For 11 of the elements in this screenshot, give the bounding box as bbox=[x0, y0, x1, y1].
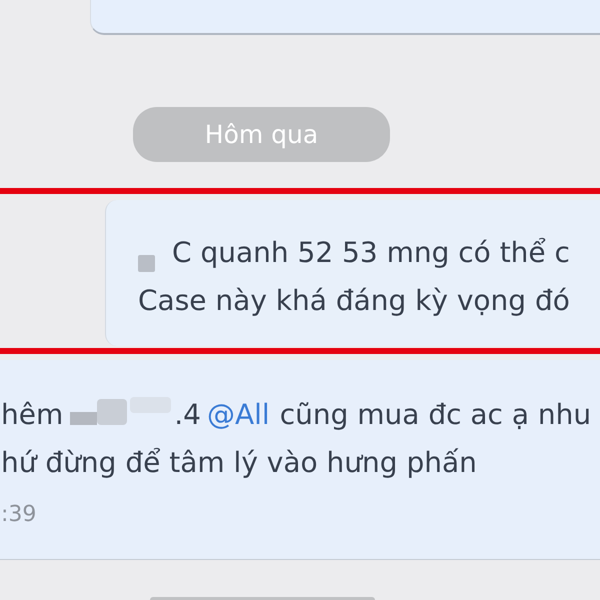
message-text: .4 bbox=[174, 397, 201, 433]
message-text: C quanh 52 53 mng có thể c bbox=[172, 235, 570, 271]
redaction-blur-icon bbox=[70, 395, 172, 425]
message-text: cũng mua đc ac ạ nhu bbox=[280, 397, 592, 433]
date-divider: Hôm qua bbox=[133, 107, 390, 162]
message-time: :39 bbox=[1, 501, 36, 529]
message-text: hêm bbox=[1, 397, 64, 433]
mention-link[interactable]: @All bbox=[206, 391, 270, 439]
message-text: hứ đừng để tâm lý vào hưng phấn bbox=[1, 445, 477, 481]
redaction-square-icon bbox=[138, 255, 155, 272]
message-text: Case này khá đáng kỳ vọng đó bbox=[138, 283, 570, 319]
